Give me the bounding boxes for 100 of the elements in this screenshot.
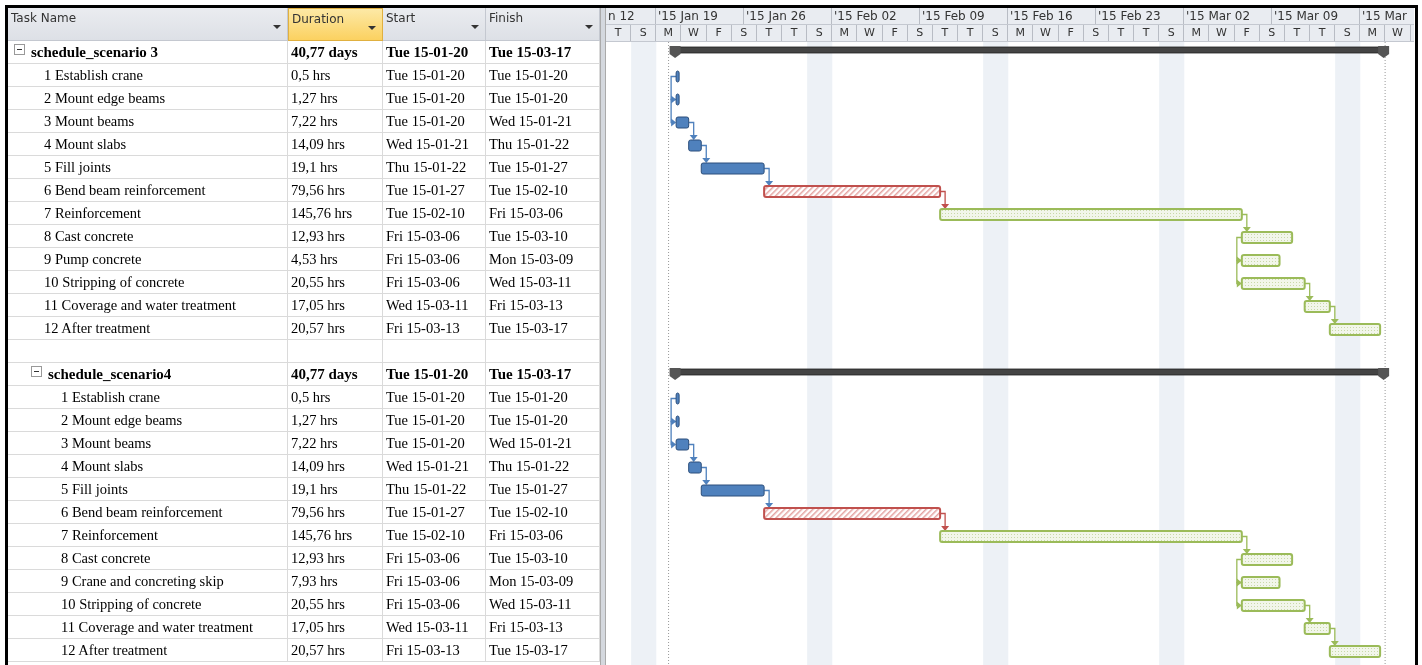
table-cell: Wed 15-01-21 xyxy=(383,455,486,478)
task-bar[interactable] xyxy=(763,185,942,198)
day-label: T xyxy=(756,25,782,41)
day-label: S xyxy=(1159,25,1185,41)
day-label: M xyxy=(1008,25,1034,41)
task-name: 4 Mount slabs xyxy=(8,133,288,156)
task-name: 12 After treatment xyxy=(8,317,288,340)
day-label: S xyxy=(983,25,1009,41)
table-cell: Fri 15-03-06 xyxy=(383,547,486,570)
table-cell: Tue 15-01-20 xyxy=(383,110,486,133)
link-arrow xyxy=(1329,627,1339,646)
table-cell: 20,55 hrs xyxy=(288,593,383,616)
day-label: M xyxy=(1360,25,1386,41)
day-label: W xyxy=(681,25,707,41)
task-bar[interactable] xyxy=(675,392,680,405)
table-cell: 145,76 hrs xyxy=(288,202,383,225)
task-bar[interactable] xyxy=(675,438,690,451)
table-cell: 145,76 hrs xyxy=(288,524,383,547)
table-cell: Wed 15-01-21 xyxy=(383,133,486,156)
task-bar[interactable] xyxy=(675,70,680,83)
task-name: 7 Reinforcement xyxy=(8,524,288,547)
table-cell: 79,56 hrs xyxy=(288,179,383,202)
task-bar[interactable] xyxy=(675,415,680,428)
table-cell: 40,77 days xyxy=(288,41,383,64)
collapse-toggle[interactable] xyxy=(31,365,42,377)
day-label: T xyxy=(1309,25,1336,41)
table-cell: Tue 15-01-20 xyxy=(383,363,486,386)
day-label: F xyxy=(1058,25,1084,41)
task-bar[interactable] xyxy=(688,139,702,152)
table-cell: Fri 15-03-06 xyxy=(383,225,486,248)
link-arrow xyxy=(700,466,711,485)
task-bar[interactable] xyxy=(675,93,680,106)
day-label: M xyxy=(832,25,858,41)
task-name: 3 Mount beams xyxy=(8,110,288,133)
table-cell: 7,22 hrs xyxy=(288,110,383,133)
table-cell: Tue 15-02-10 xyxy=(383,524,486,547)
week-label: '15 Feb 09 xyxy=(920,8,1008,24)
link-arrow xyxy=(700,144,711,163)
table-cell: 1,27 hrs xyxy=(288,409,383,432)
table-cell: Tue 15-01-20 xyxy=(383,64,486,87)
link-arrow xyxy=(688,121,698,140)
day-label: S xyxy=(1259,25,1285,41)
day-label: T xyxy=(606,25,632,41)
table-cell: Tue 15-02-10 xyxy=(383,202,486,225)
table-cell: 12,93 hrs xyxy=(288,547,383,570)
summary-task-name: schedule_scenario4 xyxy=(48,365,172,383)
task-name: 11 Coverage and water treatment xyxy=(8,616,288,639)
day-label: S xyxy=(631,25,657,41)
week-label: '15 Mar xyxy=(1361,8,1409,24)
task-bar[interactable] xyxy=(700,484,765,497)
day-label: T xyxy=(1108,25,1134,41)
table-cell: Tue 15-01-27 xyxy=(383,179,486,202)
column-header[interactable]: Duration xyxy=(288,8,383,41)
summary-task-name: schedule_scenario 3 xyxy=(31,43,159,61)
week-label: n 12 xyxy=(606,8,656,24)
day-label: W xyxy=(1209,25,1235,41)
column-header[interactable]: Task Name xyxy=(8,8,288,41)
table-cell: 17,05 hrs xyxy=(288,294,383,317)
day-label: F xyxy=(706,25,732,41)
task-name: 9 Pump concrete xyxy=(8,248,288,271)
task-name: 10 Stripping of concrete xyxy=(8,593,288,616)
week-label: '15 Feb 23 xyxy=(1096,8,1184,24)
week-label: '15 Mar 09 xyxy=(1272,8,1360,24)
task-name: 3 Mount beams xyxy=(8,432,288,455)
task-bar[interactable] xyxy=(688,461,702,474)
day-label: W xyxy=(1385,25,1411,41)
table-cell: Tue 15-01-20 xyxy=(383,41,486,64)
link-arrow xyxy=(1241,535,1251,554)
day-label: S xyxy=(907,25,933,41)
link-arrow xyxy=(939,190,950,209)
week-label: '15 Jan 19 xyxy=(656,8,744,24)
column-header[interactable]: Finish xyxy=(486,8,600,41)
table-cell: 14,09 hrs xyxy=(288,455,383,478)
link-arrow xyxy=(763,489,774,508)
table-cell: Tue 15-01-27 xyxy=(383,501,486,524)
column-header[interactable]: Start xyxy=(383,8,486,41)
table-cell: Thu 15-01-22 xyxy=(383,478,486,501)
week-label: '15 Feb 02 xyxy=(832,8,920,24)
table-cell: 40,77 days xyxy=(288,363,383,386)
dropdown-icon xyxy=(368,26,376,30)
task-name: 12 After treatment xyxy=(8,639,288,662)
task-name: 8 Cast concrete xyxy=(8,225,288,248)
table-cell: 12,93 hrs xyxy=(288,225,383,248)
link-arrow xyxy=(1304,282,1314,301)
task-name: 8 Cast concrete xyxy=(8,547,288,570)
summary-bar[interactable] xyxy=(669,368,1390,380)
task-name: 2 Mount edge beams xyxy=(8,409,288,432)
task-name: 1 Establish crane xyxy=(8,386,288,409)
summary-bar[interactable] xyxy=(669,46,1390,58)
task-bar[interactable] xyxy=(700,162,765,175)
collapse-toggle[interactable] xyxy=(14,43,25,55)
day-label: M xyxy=(656,25,682,41)
table-cell: Tue 15-01-20 xyxy=(383,386,486,409)
task-bar[interactable] xyxy=(763,507,942,520)
table-cell: 0,5 hrs xyxy=(288,64,383,87)
day-label: W xyxy=(1033,25,1059,41)
table-cell: Fri 15-03-13 xyxy=(383,317,486,340)
task-bar[interactable] xyxy=(675,116,690,129)
day-label: S xyxy=(1083,25,1109,41)
task-name: 7 Reinforcement xyxy=(8,202,288,225)
